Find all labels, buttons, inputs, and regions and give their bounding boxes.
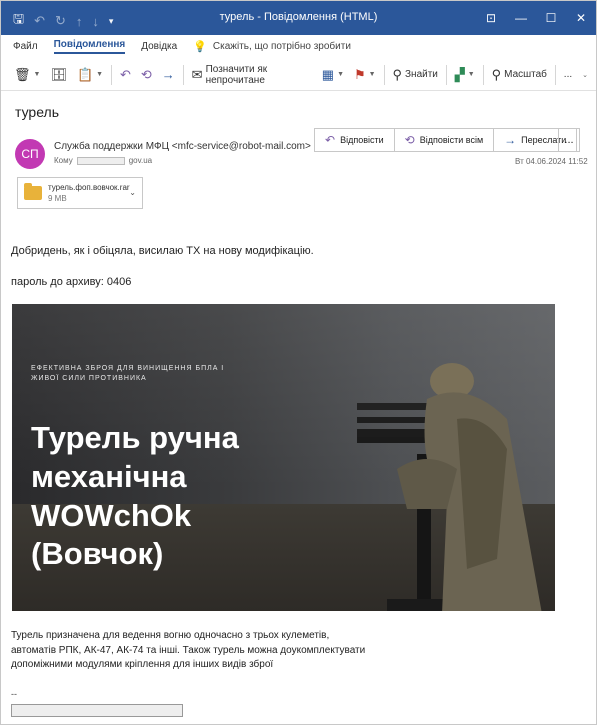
reply-toolbar-button[interactable]: ↶ [115,62,136,88]
more-commands-button[interactable]: ... [559,62,577,88]
banner-headline: Турель ручна механічна WOWchOk (Вовчок) [31,419,291,574]
to-label: Кому [54,156,73,165]
toolbar-divider [383,64,385,85]
ribbon-tabs: Файл Повідомлення Довідка 💡 Скажіть, що … [1,35,596,57]
tab-message[interactable]: Повідомлення [53,39,126,54]
attachment-size: 9 МВ [48,194,67,203]
chevron-down-icon: ⌄ [582,71,589,79]
lightbulb-icon: 💡 [193,40,207,53]
mark-unread-label: Позначити як непрочитане [205,63,268,86]
toolbar-divider [482,64,484,85]
redacted-signature [11,704,183,717]
close-button[interactable]: ✕ [566,1,596,35]
minimize-button[interactable]: — [506,1,536,35]
delete-button[interactable]: 🗑 ▼ [9,62,45,88]
promo-banner-image: ЕФЕКТИВНА ЗБРОЯ ДЛЯ ВИНИЩЕННЯ БПЛА І ЖИВ… [12,304,555,611]
chevron-down-icon[interactable]: ⌄ [129,188,136,197]
description-line: автоматів РПК, АК-47, АК-74 та інші. Так… [11,644,366,656]
product-description: Турель призначена для ведення вогню одно… [11,629,391,673]
headline-line: (Вовчок) [31,536,164,572]
toolbar-divider [182,64,184,85]
reply-icon: ↶ [119,67,131,82]
chevron-down-icon: ▼ [467,71,475,78]
reply-label: Відповісти [340,135,384,145]
move-button[interactable]: 📋 ▼ [72,62,108,88]
translate-icon: ▞ [454,67,465,82]
email-window: 🖫 ↶ ↻ ↑ ↓ ▾ турель - Повідомлення (HTML)… [0,0,597,725]
expand-ribbon-button[interactable]: ⌄ [577,62,596,88]
zoom-label: Масштаб [504,69,547,80]
message-subject: турель [15,104,59,120]
attachment-info: турель.фоп.вовчок.rar 9 МВ [48,183,130,203]
find-button[interactable]: ⚲ Знайти [387,62,442,88]
attachment-name: турель.фоп.вовчок.rar [48,183,130,192]
translate-button[interactable]: ▞ ▼ [450,62,480,88]
search-icon: ⚲ [392,67,403,82]
headline-line: WOWchOk [31,497,192,533]
tell-me-text: Скажіть, що потрібно зробити [212,40,351,52]
ribbon-display-icon[interactable]: ⊡ [476,1,506,35]
toolbar-divider [445,64,447,85]
recipient-domain[interactable]: gov.ua [129,156,152,165]
forward-toolbar-button[interactable]: → [157,62,180,88]
reply-all-toolbar-button[interactable]: ⟲ [136,62,157,88]
greeting-text: Добридень, як і обіцяла, висилаю ТХ на н… [11,245,314,257]
archive-icon: 🗄 [50,67,67,82]
password-text: пароль до архиву: 0406 [11,276,132,288]
flag-icon: ⚑ [354,67,366,82]
reply-actions: ↶ Відповісти ⟲ Відповісти всім → Пересла… [314,128,578,152]
reply-all-icon: ⟲ [140,67,152,82]
archive-file-icon [24,183,42,200]
trash-icon: 🗑 [14,67,31,82]
reply-all-icon: ⟲ [404,133,415,147]
attachment-card[interactable]: турель.фоп.вовчок.rar 9 МВ ⌄ [17,177,143,209]
more-commands-label: ... [563,69,573,80]
description-line: допоміжними модулями кріплення для інших… [11,659,274,670]
toolbar-divider [111,64,112,85]
reply-icon: ↶ [325,133,336,147]
forward-icon: → [161,67,175,82]
maximize-button[interactable]: ☐ [536,1,566,35]
mark-unread-button[interactable]: ✉ Позначити як непрочитане [187,62,317,88]
zoom-button[interactable]: ⚲ Масштаб [487,62,552,88]
more-actions-button[interactable]: ... [558,128,580,152]
chevron-down-icon: ▼ [337,71,345,78]
move-icon: 📋 [76,67,94,82]
sender-address[interactable]: Служба поддержки МФЦ <mfc-service@robot-… [54,141,311,152]
reply-all-label: Відповісти всім [419,135,484,145]
headline-line: механічна [31,458,187,494]
categorize-button[interactable]: ▦ ▼ [317,62,349,88]
forward-icon: → [504,133,517,147]
toolbar-divider [554,64,556,85]
avatar[interactable]: СП [15,139,45,169]
archive-button[interactable]: 🗄 [45,62,72,88]
reply-all-button[interactable]: ⟲ Відповісти всім [395,129,495,151]
more-actions-label: ... [564,134,574,146]
zoom-icon: ⚲ [491,67,502,82]
recipient-line: Кому gov.ua [54,156,152,165]
tab-file[interactable]: Файл [13,41,38,52]
chevron-down-icon: ▼ [96,71,104,78]
title-bar: 🖫 ↶ ↻ ↑ ↓ ▾ турель - Повідомлення (HTML)… [1,1,596,35]
signature-separator: -- [11,689,17,699]
chevron-down-icon: ▼ [33,71,41,78]
categorize-icon: ▦ [321,67,335,82]
turret-soldier-illustration [357,363,542,611]
flag-button[interactable]: ⚑ ▼ [349,62,381,88]
find-label: Знайти [405,69,438,80]
redacted-recipient [76,156,125,165]
tab-help[interactable]: Довідка [141,41,177,52]
description-line: Турель призначена для ведення вогню одно… [11,630,330,641]
message-datetime: Вт 04.06.2024 11:52 [515,157,588,166]
headline-line: Турель ручна [31,420,239,455]
reply-button[interactable]: ↶ Відповісти [315,129,395,151]
toolbar: 🗑 ▼ 🗄 📋 ▼ ↶ ⟲ → ✉ Позначити як непрочита… [1,59,596,91]
tell-me-box[interactable]: 💡 Скажіть, що потрібно зробити [193,40,351,53]
chevron-down-icon: ▼ [368,71,376,78]
banner-tagline: ЕФЕКТИВНА ЗБРОЯ ДЛЯ ВИНИЩЕННЯ БПЛА І ЖИВ… [31,365,225,382]
envelope-icon: ✉ [191,67,203,82]
